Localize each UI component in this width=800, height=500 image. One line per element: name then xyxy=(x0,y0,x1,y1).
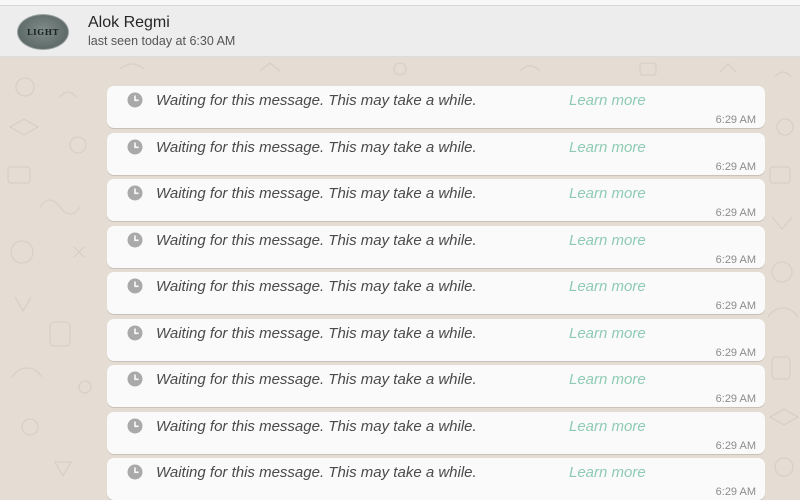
contact-name[interactable]: Alok Regmi xyxy=(88,14,170,32)
message-bubble[interactable]: Waiting for this message. This may take … xyxy=(107,226,765,268)
clock-icon xyxy=(127,325,143,341)
clock-icon xyxy=(127,185,143,201)
message-bubble[interactable]: Waiting for this message. This may take … xyxy=(107,133,765,175)
message-text: Waiting for this message. This may take … xyxy=(156,325,477,342)
message-text: Waiting for this message. This may take … xyxy=(156,185,477,202)
learn-more-link[interactable]: Learn more xyxy=(569,139,646,156)
message-text: Waiting for this message. This may take … xyxy=(156,92,477,109)
message-bubble[interactable]: Waiting for this message. This may take … xyxy=(107,365,765,407)
clock-icon xyxy=(127,139,143,155)
avatar-text: LIGHT xyxy=(26,27,60,37)
learn-more-link[interactable]: Learn more xyxy=(569,464,646,481)
message-time: 6:29 AM xyxy=(715,347,756,359)
message-time: 6:29 AM xyxy=(715,486,756,498)
learn-more-link[interactable]: Learn more xyxy=(569,92,646,109)
message-time: 6:29 AM xyxy=(715,300,756,312)
clock-icon xyxy=(127,232,143,248)
learn-more-link[interactable]: Learn more xyxy=(569,325,646,342)
message-bubble[interactable]: Waiting for this message. This may take … xyxy=(107,412,765,454)
learn-more-link[interactable]: Learn more xyxy=(569,185,646,202)
message-text: Waiting for this message. This may take … xyxy=(156,232,477,249)
avatar[interactable]: LIGHT xyxy=(17,14,69,50)
message-time: 6:29 AM xyxy=(715,114,756,126)
message-bubble[interactable]: Waiting for this message. This may take … xyxy=(107,319,765,361)
message-time: 6:29 AM xyxy=(715,393,756,405)
message-time: 6:29 AM xyxy=(715,440,756,452)
message-bubble[interactable]: Waiting for this message. This may take … xyxy=(107,458,765,500)
message-text: Waiting for this message. This may take … xyxy=(156,371,477,388)
learn-more-link[interactable]: Learn more xyxy=(569,418,646,435)
clock-icon xyxy=(127,371,143,387)
chat-header[interactable]: LIGHT Alok Regmi last seen today at 6:30… xyxy=(0,6,800,57)
message-text: Waiting for this message. This may take … xyxy=(156,139,477,156)
learn-more-link[interactable]: Learn more xyxy=(569,278,646,295)
message-bubble[interactable]: Waiting for this message. This may take … xyxy=(107,86,765,128)
message-text: Waiting for this message. This may take … xyxy=(156,278,477,295)
chat-pane[interactable]: Waiting for this message. This may take … xyxy=(0,57,800,500)
clock-icon xyxy=(127,92,143,108)
clock-icon xyxy=(127,464,143,480)
message-bubble[interactable]: Waiting for this message. This may take … xyxy=(107,272,765,314)
message-time: 6:29 AM xyxy=(715,254,756,266)
last-seen-status: last seen today at 6:30 AM xyxy=(88,34,236,48)
clock-icon xyxy=(127,418,143,434)
learn-more-link[interactable]: Learn more xyxy=(569,232,646,249)
message-text: Waiting for this message. This may take … xyxy=(156,418,477,435)
message-time: 6:29 AM xyxy=(715,207,756,219)
message-time: 6:29 AM xyxy=(715,161,756,173)
clock-icon xyxy=(127,278,143,294)
learn-more-link[interactable]: Learn more xyxy=(569,371,646,388)
message-bubble[interactable]: Waiting for this message. This may take … xyxy=(107,179,765,221)
message-text: Waiting for this message. This may take … xyxy=(156,464,477,481)
